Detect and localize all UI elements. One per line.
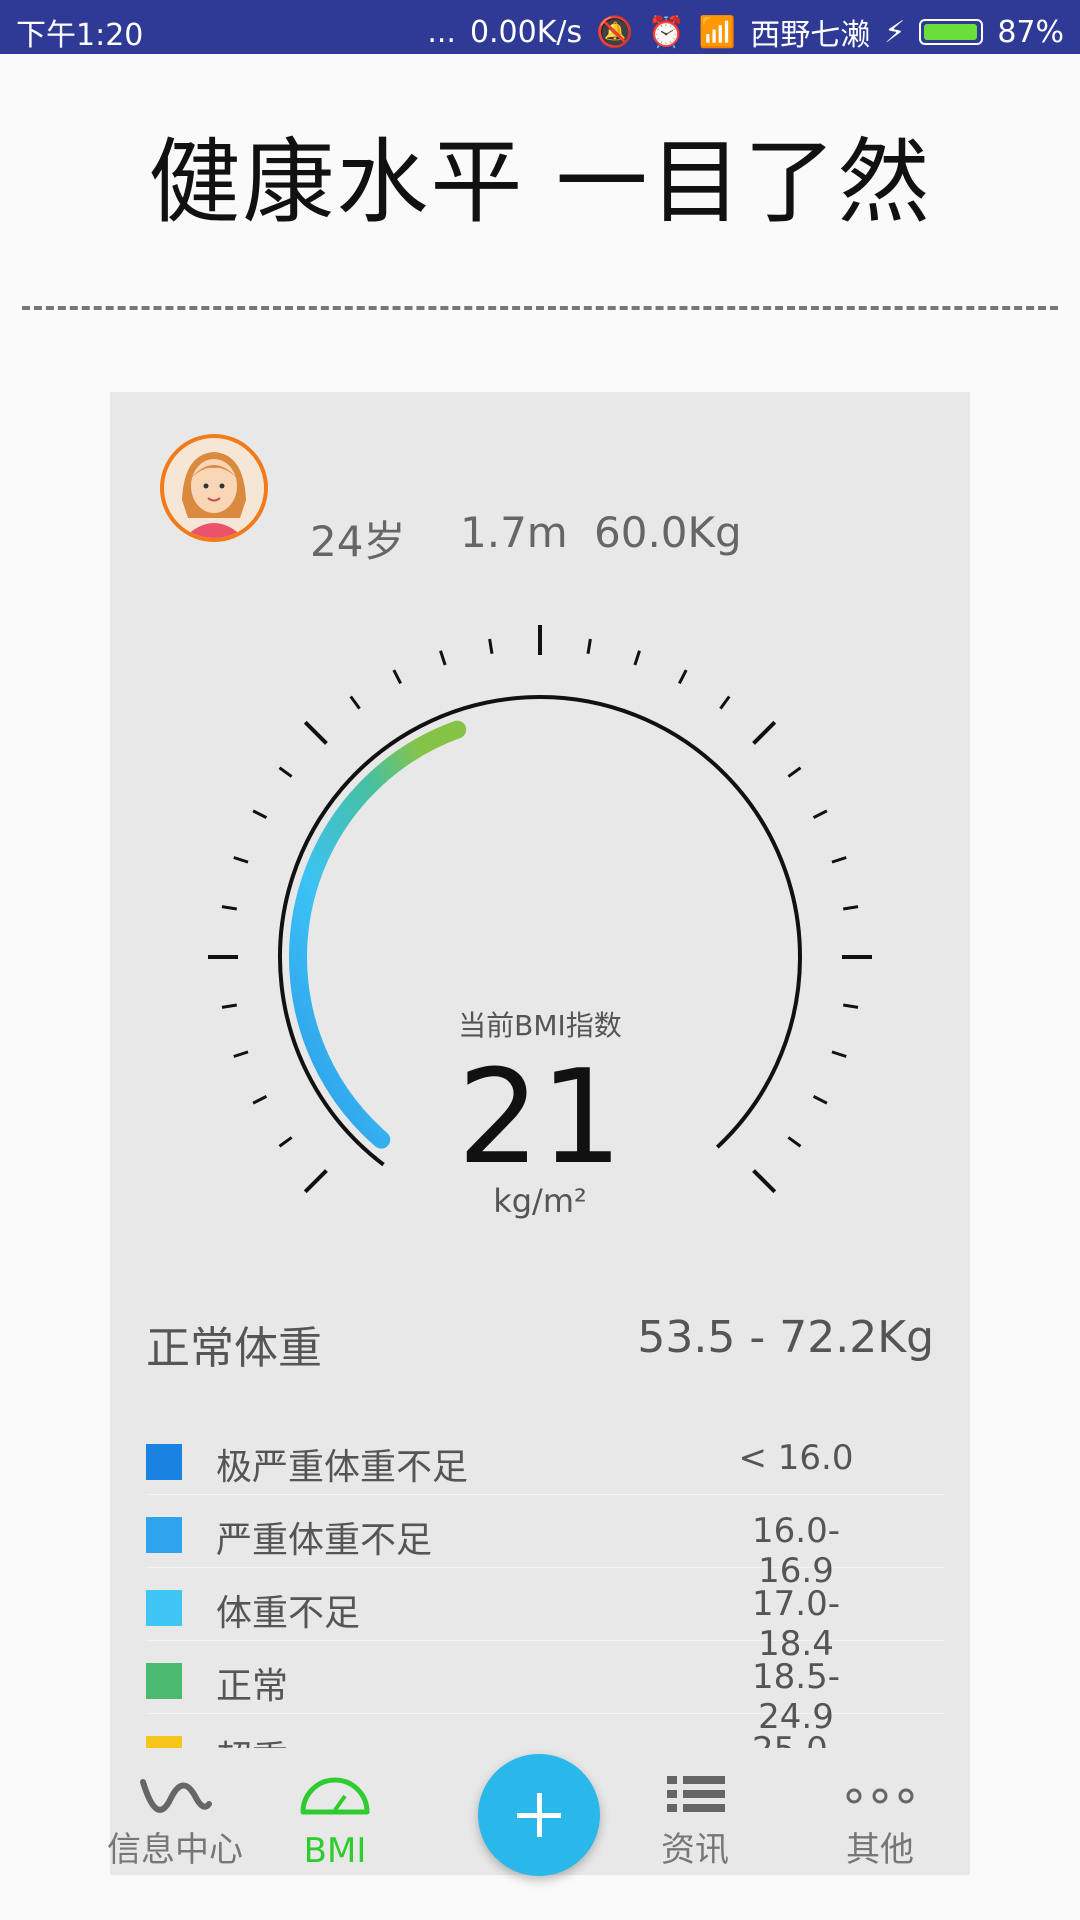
profile-row: 24岁 1.7m 60.0Kg [160,434,742,566]
status-bar: 下午1:20 ... 0.00K/s 🔕 ⏰ 📶 西野七濑 ⚡ 87% [0,0,1080,54]
carrier-name: 西野七濑 [750,18,871,53]
gauge-minor-tick [439,650,447,666]
more-icon [846,1788,914,1804]
list-icon [667,1776,725,1812]
add-button[interactable] [478,1754,600,1876]
gauge-minor-tick [633,650,641,666]
gauge-minor-tick [719,695,731,710]
nav-bmi-label: BMI [303,1831,367,1871]
gauge-minor-tick [586,638,592,655]
gauge-minor-tick [678,669,688,685]
normal-weight-label: 正常体重 [146,1323,322,1374]
gauge-minor-tick [221,905,238,911]
network-speed: 0.00K/s [469,14,583,50]
status-right: ... 0.00K/s 🔕 ⏰ 📶 西野七濑 ⚡ 87% [427,10,1064,54]
bmi-unit: kg/m² [493,1182,587,1220]
legend-swatch [146,1590,182,1626]
weight-value: 60.0Kg [594,508,742,557]
legend-name: 体重不足 [216,1593,361,1634]
girl-avatar-icon [164,438,264,538]
nav-other[interactable]: 其他 [810,1748,950,1875]
gauge-title: 当前BMI指数 [458,1009,622,1042]
avatar[interactable] [160,434,268,542]
dashed-divider [22,306,1058,310]
gauge-major-tick [752,720,777,745]
nav-news-label: 资讯 [661,1830,729,1870]
gauge-minor-tick [392,669,402,685]
wave-icon [140,1779,212,1813]
gauge-minor-tick [787,766,802,778]
legend-row: 正常 18.5-24.9 [146,1641,944,1737]
legend-name: 严重体重不足 [216,1520,433,1561]
nav-info-label: 信息中心 [107,1830,243,1870]
normal-weight-range: 53.5 - 72.2Kg [637,1312,934,1363]
legend-swatch [146,1517,182,1553]
nav-news[interactable]: 资讯 [625,1748,765,1875]
legend-swatch [146,1444,182,1480]
nav-bmi[interactable]: BMI [265,1748,405,1875]
gauge-minor-tick [488,638,494,655]
gauge-icon [300,1777,370,1815]
legend-name: 正常 [216,1666,289,1707]
legend-row: 体重不足 17.0-18.4 [146,1568,944,1664]
alarm-icon: ⏰ [647,14,685,50]
wifi-icon: 📶 [698,14,737,50]
legend-row: 严重体重不足 16.0-16.9 [146,1495,944,1591]
legend-name: 极严重体重不足 [216,1447,469,1488]
battery-icon [919,19,984,45]
more-dots-icon: ... [427,14,456,50]
mute-icon: 🔕 [596,14,634,50]
battery-percent: 87% [997,14,1064,50]
nav-other-label: 其他 [846,1830,914,1870]
legend-range: < 16.0 [738,1438,854,1478]
gauge-minor-tick [842,905,859,911]
legend-row: 极严重体重不足 < 16.0 [146,1422,944,1495]
gauge-minor-tick [349,695,361,710]
gauge-major-tick [303,720,328,745]
gauge-minor-tick [252,809,268,819]
bmi-card: 24岁 1.7m 60.0Kg 当前BMI指数 21 kg/m² 正常体重 53… [110,392,970,1875]
bmi-legend: 极严重体重不足 < 16.0 严重体重不足 16.0-16.9 体重不足 17.… [146,1422,944,1810]
nav-info-center[interactable]: 信息中心 [105,1748,245,1875]
bmi-gauge: 当前BMI指数 21 kg/m² [110,592,970,1392]
gauge-minor-tick [812,809,828,819]
status-time: 下午1:20 [16,18,144,53]
gauge-minor-tick [831,856,847,864]
bmi-value: 21 [457,1041,623,1193]
legend-swatch [146,1663,182,1699]
gauge-minor-tick [278,766,293,778]
page-headline: 健康水平 一目了然 [148,129,932,236]
height-value: 1.7m [460,508,568,557]
charging-icon: ⚡ [884,14,906,50]
age-value: 24岁 [310,517,406,566]
gauge-minor-tick [233,856,249,864]
gauge-dial [208,625,872,1194]
